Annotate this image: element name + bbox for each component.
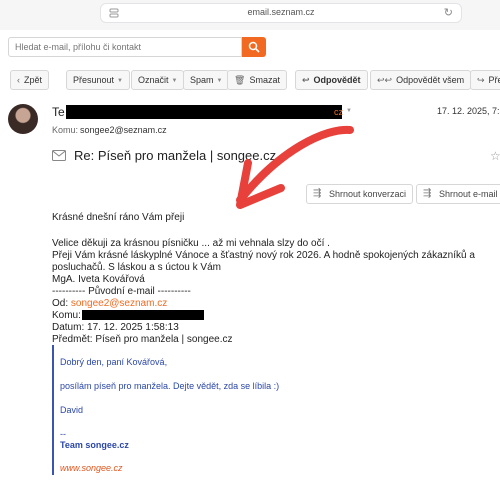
quoted-to-line: Komu: — [52, 310, 81, 322]
reply-button[interactable]: ↩ Odpovědět — [295, 70, 368, 90]
caret-down-icon: ▼ — [117, 77, 123, 84]
reply-all-button[interactable]: ↩↩ Odpovědět všem — [370, 70, 472, 90]
search-icon — [248, 41, 260, 53]
message-line: Velice děkuji za krásnou písničku ... až… — [52, 238, 330, 249]
envelope-icon — [52, 150, 66, 161]
quote-bar — [52, 345, 54, 475]
from-label: Od: — [52, 298, 69, 309]
caret-down-icon[interactable]: ▼ — [346, 108, 352, 114]
back-label: Zpět — [24, 75, 43, 85]
summarize-conversation-button[interactable]: ⇶ Shrnout konverzaci — [306, 184, 414, 204]
quote-signature: David — [60, 405, 84, 415]
sender-name[interactable]: Te — [52, 105, 65, 119]
message-line: posluchačů. S láskou a s úctou k Vám — [52, 262, 221, 273]
address-bar[interactable]: email.seznam.cz ↻ — [100, 3, 462, 23]
caret-down-icon: ▼ — [171, 77, 178, 84]
reply-all-icon: ↩↩ — [377, 75, 393, 85]
url-text: email.seznam.cz — [247, 7, 315, 17]
quoted-from-line: Od: songee2@seznam.cz — [52, 298, 167, 310]
star-icon[interactable]: ☆ — [490, 149, 500, 163]
delete-label: Smazat — [249, 75, 280, 85]
redaction-bar — [66, 105, 342, 119]
caret-down-icon: ▼ — [216, 77, 223, 84]
spam-button[interactable]: Spam ▼ — [183, 70, 230, 90]
trash-icon: 🗑 — [234, 75, 246, 85]
message-greeting: Krásné dnešní ráno Vám přeji — [52, 212, 185, 223]
redaction-bar — [82, 310, 204, 320]
quote-greeting: Dobrý den, paní Kovářová, — [60, 357, 168, 367]
summarize-email-button[interactable]: ⇶ Shrnout e-mail — [416, 184, 500, 204]
summarize-conversation-label: Shrnout konverzaci — [329, 189, 407, 199]
message-toolbar: ‹ Zpět Přesunout ▼ Označit ▼ Spam ▼ 🗑 Smazat … — [0, 70, 500, 90]
reply-icon: ↩ — [302, 75, 310, 85]
quoted-date-line: Datum: 17. 12. 2025 1:58:13 — [52, 322, 179, 333]
arrow-left-icon: ‹ — [17, 75, 20, 85]
delete-button[interactable]: 🗑 Smazat — [227, 70, 287, 90]
message-line: ---------- Původní e-mail ---------- — [52, 286, 191, 297]
forward-label: Pře — [488, 75, 500, 85]
quote-dashes: -- — [60, 429, 66, 439]
back-button[interactable]: ‹ Zpět — [10, 70, 50, 90]
move-button[interactable]: Přesunout ▼ — [66, 70, 130, 90]
move-label: Přesunout — [73, 75, 115, 85]
quote-link[interactable]: www.songee.cz — [60, 463, 123, 473]
to-value[interactable]: songee2@seznam.cz — [80, 125, 167, 135]
message-line: Přeji Vám krásné láskyplné Vánoce a šťas… — [52, 250, 475, 261]
to-label: Komu: — [52, 125, 79, 135]
search-input[interactable] — [8, 37, 242, 57]
reload-icon[interactable]: ↻ — [444, 7, 453, 19]
search-button[interactable] — [242, 37, 266, 57]
sender-domain[interactable]: cz — [334, 107, 343, 117]
forward-icon: ↪ — [477, 75, 485, 85]
from-value[interactable]: songee2@seznam.cz — [71, 298, 167, 309]
quote-team: Team songee.cz — [60, 440, 129, 450]
message-date: 17. 12. 2025, 7:5 — [437, 106, 500, 116]
message-line: MgA. Iveta Kovářová — [52, 274, 145, 285]
reply-all-label: Odpovědět všem — [396, 75, 465, 85]
avatar[interactable] — [8, 104, 38, 134]
browser-toolbar: email.seznam.cz ↻ — [0, 0, 500, 30]
spam-label: Spam — [190, 75, 214, 85]
reply-label: Odpovědět — [313, 75, 361, 85]
summarize-icon: ⇶ — [423, 188, 432, 199]
summarize-icon: ⇶ — [313, 188, 322, 199]
forward-button[interactable]: ↪Pře — [470, 70, 500, 90]
quote-body: posílám píseň pro manžela. Dejte vědět, … — [60, 381, 280, 391]
mark-label: Označit — [138, 75, 169, 85]
mark-button[interactable]: Označit ▼ — [131, 70, 185, 90]
to-label: Komu: — [52, 310, 81, 321]
message-subject: Re: Píseň pro manžela | songee.cz — [74, 148, 277, 163]
quoted-subject-line: Předmět: Píseň pro manžela | songee.cz — [52, 334, 233, 345]
summarize-email-label: Shrnout e-mail — [439, 189, 498, 199]
